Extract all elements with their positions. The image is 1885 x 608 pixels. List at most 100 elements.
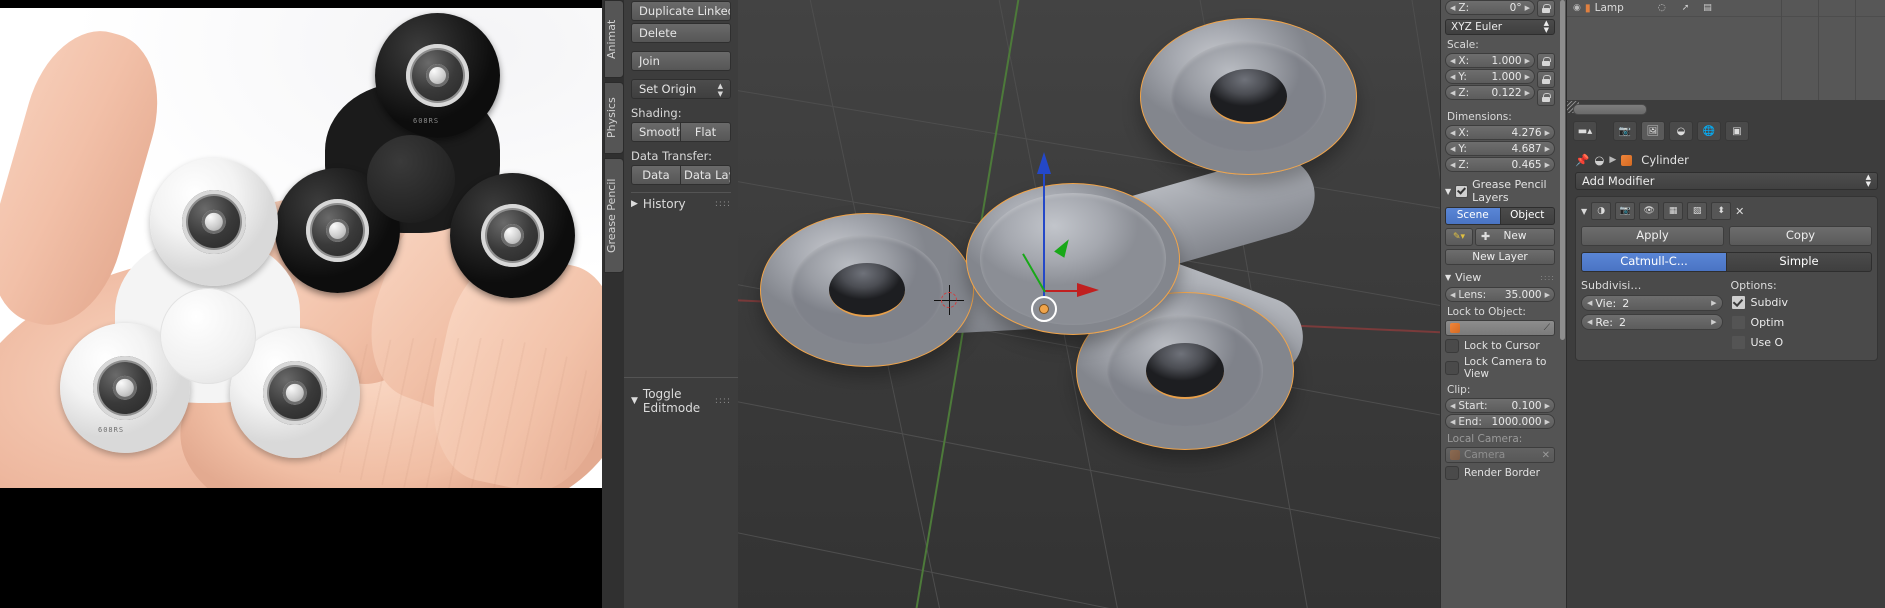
arrow-left-icon[interactable]: ◀	[1450, 158, 1455, 172]
3d-viewport[interactable]	[738, 0, 1440, 608]
subdivide-uvs-checkbox[interactable]	[1730, 295, 1746, 310]
scale-x-field[interactable]: ◀ X: 1.000 ▶	[1445, 53, 1535, 68]
local-camera-field[interactable]: Camera ✕	[1445, 447, 1555, 463]
object-properties-tab[interactable]: ▣	[1725, 121, 1749, 141]
world-properties-tab[interactable]: 🌐	[1697, 121, 1721, 141]
render-border-row[interactable]: Render Border	[1445, 466, 1555, 480]
arrow-left-icon[interactable]: ◀	[1587, 296, 1592, 311]
arrow-right-icon[interactable]: ▶	[1525, 70, 1530, 84]
restrict-icon[interactable]: ▤	[1703, 3, 1712, 13]
lens-field[interactable]: ◀ Lens: 35.000 ▶	[1445, 287, 1555, 302]
move-modifier-icon[interactable]: ⬍	[1711, 202, 1732, 220]
lock-scale-z-icon[interactable]	[1537, 89, 1555, 106]
clip-end-field[interactable]: ◀ End: 1000.000 ▶	[1445, 414, 1555, 429]
grease-pencil-layers-header[interactable]: ▼ Grease Pencil Layers	[1445, 178, 1555, 204]
arrow-right-icon[interactable]: ▶	[1545, 415, 1550, 429]
use-opensubdiv-checkbox[interactable]	[1730, 335, 1746, 350]
arrow-right-icon[interactable]: ▶	[1711, 315, 1716, 330]
dimension-z-field[interactable]: ◀ Z: 0.465 ▶	[1445, 157, 1555, 172]
render-visibility-icon[interactable]: ◌	[1658, 3, 1666, 13]
lock-to-cursor-checkbox[interactable]	[1445, 339, 1459, 353]
eyedropper-icon[interactable]: ⟋	[1544, 323, 1550, 333]
rotation-mode-dropdown[interactable]: XYZ Euler ▲ ▼	[1445, 19, 1555, 35]
arrow-right-icon[interactable]: ▶	[1525, 86, 1530, 100]
optimal-display-option[interactable]: Optim	[1730, 315, 1873, 330]
optimal-display-checkbox[interactable]	[1730, 315, 1746, 330]
gizmo-z-axis[interactable]	[1043, 168, 1045, 298]
dimension-x-field[interactable]: ◀ X: 4.276 ▶	[1445, 125, 1555, 140]
pin-icon[interactable]: 📌	[1575, 153, 1589, 167]
arrow-left-icon[interactable]: ◀	[1450, 399, 1455, 413]
join-button[interactable]: Join	[631, 51, 731, 71]
arrow-left-icon[interactable]: ◀	[1450, 126, 1455, 140]
catmull-clark-button[interactable]: Catmull-C...	[1581, 252, 1727, 272]
toggle-editmode-panel-header[interactable]: ▼ Toggle Editmode ::::	[631, 378, 731, 415]
duplicate-linked-button[interactable]: Duplicate Linked	[631, 1, 731, 21]
copy-modifier-button[interactable]: Copy	[1729, 226, 1872, 246]
apply-modifier-button[interactable]: Apply	[1581, 226, 1724, 246]
arrow-right-icon[interactable]: ▶	[1545, 126, 1550, 140]
rotation-z-field[interactable]: ◀ Z: 0° ▶	[1445, 0, 1535, 15]
view-panel-header[interactable]: ▼ View ::::	[1445, 271, 1555, 284]
outliner-area[interactable]: ◉ ▮ Lamp ◌ ➚ ▤	[1567, 0, 1885, 100]
scene-properties-tab[interactable]: ◒	[1669, 121, 1693, 141]
scale-y-field[interactable]: ◀ Y: 1.000 ▶	[1445, 69, 1535, 84]
outliner-row-lamp[interactable]: ◉ ▮ Lamp ◌ ➚ ▤	[1567, 0, 1885, 17]
lock-camera-to-view-checkbox[interactable]	[1445, 361, 1459, 375]
output-properties-tab[interactable]: 🖼	[1641, 121, 1665, 141]
arrow-left-icon[interactable]: ◀	[1450, 54, 1455, 68]
render-toggle-icon[interactable]: 📷	[1615, 202, 1636, 220]
use-opensubdiv-option[interactable]: Use O	[1730, 335, 1873, 350]
set-origin-dropdown[interactable]: ▲ ▼ Set Origin	[631, 79, 731, 99]
data-layout-button[interactable]: Data Layo	[681, 165, 731, 185]
gizmo-z-arrowhead[interactable]	[1037, 152, 1051, 174]
lock-rotation-z-icon[interactable]	[1537, 0, 1555, 17]
lock-to-object-field[interactable]: ⟋	[1445, 320, 1555, 336]
gp-new-layer-button[interactable]: New Layer	[1445, 249, 1555, 265]
npanel-scrollbar[interactable]	[1560, 0, 1565, 340]
lock-camera-to-view-row[interactable]: Lock Camera to View	[1445, 356, 1555, 380]
pencil-icon[interactable]: ✎▾	[1445, 228, 1473, 246]
oncage-toggle-icon[interactable]: ▧	[1687, 202, 1708, 220]
realtime-toggle-icon[interactable]: 👁	[1639, 202, 1660, 220]
object-origin-point[interactable]	[1031, 296, 1057, 322]
dimension-y-field[interactable]: ◀ Y: 4.687 ▶	[1445, 141, 1555, 156]
arrow-left-icon[interactable]: ◀	[1450, 288, 1455, 302]
gp-new-button[interactable]: ✚ New	[1475, 228, 1555, 246]
gizmo-x-arrowhead[interactable]	[1077, 283, 1099, 297]
gizmo-x-axis[interactable]	[1044, 290, 1078, 292]
tool-properties-tab[interactable]: ▬▴	[1573, 121, 1597, 141]
arrow-left-icon[interactable]: ◀	[1450, 86, 1455, 100]
gp-scene-button[interactable]: Scene	[1445, 207, 1501, 225]
lock-to-cursor-row[interactable]: Lock to Cursor	[1445, 339, 1555, 353]
simple-button[interactable]: Simple	[1727, 252, 1872, 272]
gp-object-button[interactable]: Object	[1500, 207, 1555, 225]
arrow-left-icon[interactable]: ◀	[1450, 1, 1455, 15]
arrow-left-icon[interactable]: ◀	[1450, 415, 1455, 429]
sidebar-tab-physics[interactable]: Physics	[604, 82, 624, 154]
shading-smooth-button[interactable]: Smooth	[631, 122, 681, 142]
chevron-down-icon[interactable]: ▼	[1581, 207, 1587, 216]
arrow-right-icon[interactable]: ▶	[1545, 142, 1550, 156]
cursor-arrow-icon[interactable]: ➚	[1682, 3, 1690, 13]
outliner-horizontal-scrollbar[interactable]	[1573, 104, 1647, 115]
3d-cursor[interactable]	[934, 285, 964, 315]
arrow-right-icon[interactable]: ▶	[1525, 54, 1530, 68]
view-levels-field[interactable]: ◀ Vie: 2 ▶	[1581, 295, 1723, 311]
sidebar-tab-grease-pencil[interactable]: Grease Pencil	[604, 158, 624, 273]
eye-icon[interactable]: ◉	[1573, 3, 1581, 13]
arrow-right-icon[interactable]: ▶	[1525, 1, 1530, 15]
render-levels-field[interactable]: ◀ Re: 2 ▶	[1581, 314, 1723, 330]
editmode-toggle-icon[interactable]: ▦	[1663, 202, 1684, 220]
arrow-left-icon[interactable]: ◀	[1450, 142, 1455, 156]
close-icon[interactable]: ✕	[1735, 205, 1744, 218]
scale-z-field[interactable]: ◀ Z: 0.122 ▶	[1445, 85, 1535, 100]
subdivide-uvs-option[interactable]: Subdiv	[1730, 295, 1873, 310]
arrow-right-icon[interactable]: ▶	[1545, 158, 1550, 172]
lock-scale-x-icon[interactable]	[1537, 53, 1555, 70]
sidebar-tab-animation[interactable]: Animat	[604, 0, 624, 78]
add-modifier-dropdown[interactable]: Add Modifier ▲ ▼	[1575, 172, 1878, 190]
history-panel-header[interactable]: ▶ History ::::	[631, 197, 731, 211]
render-border-checkbox[interactable]	[1445, 466, 1459, 480]
arrow-right-icon[interactable]: ▶	[1711, 296, 1716, 311]
